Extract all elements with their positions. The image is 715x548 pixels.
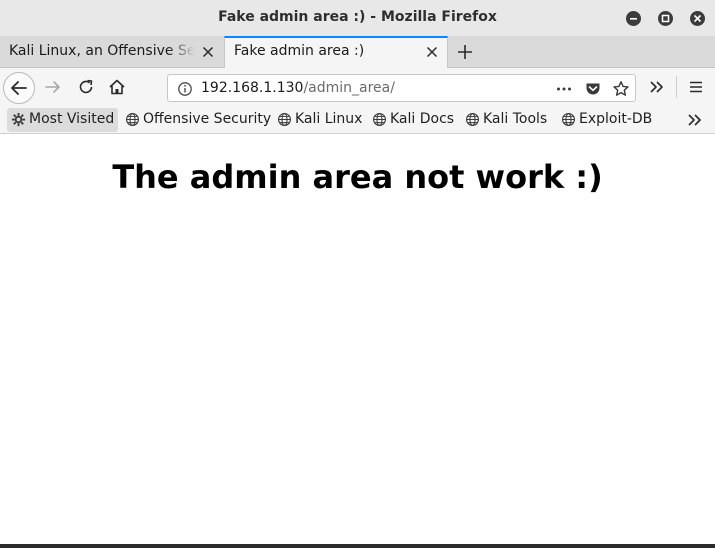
navigation-toolbar: 192.168.1.130/admin_area/	[0, 68, 715, 106]
bookmark-kali-tools[interactable]: Kali Tools	[461, 108, 554, 132]
bookmarks-overflow-icon[interactable]	[686, 112, 704, 128]
url-path: /admin_area/	[303, 80, 395, 96]
globe-icon	[373, 113, 386, 126]
window-bottom-border	[0, 544, 715, 548]
maximize-button[interactable]	[658, 11, 673, 26]
page-content: The admin area not work :)	[0, 135, 715, 548]
bookmark-offensive-security[interactable]: Offensive Security	[121, 108, 271, 132]
new-tab-button[interactable]	[455, 42, 475, 62]
tab-close-icon[interactable]	[424, 44, 440, 60]
bookmarks-toolbar: Most Visited Offensive Security Kali Lin…	[0, 106, 715, 134]
reload-icon[interactable]	[77, 78, 95, 96]
url-bar[interactable]: 192.168.1.130/admin_area/	[167, 74, 636, 102]
hamburger-menu-icon[interactable]	[687, 78, 705, 96]
title-bar: Fake admin area :) - Mozilla Firefox	[0, 0, 715, 36]
url-host: 192.168.1.130	[201, 80, 304, 96]
back-button[interactable]	[3, 72, 35, 104]
url-text[interactable]: 192.168.1.130/admin_area/	[201, 80, 395, 96]
tab-strip: Kali Linux, an Offensive Security Fake a…	[0, 36, 715, 69]
window-title: Fake admin area :) - Mozilla Firefox	[218, 9, 497, 25]
bookmark-kali-linux[interactable]: Kali Linux	[273, 108, 365, 132]
gear-icon	[11, 112, 26, 127]
tab-label: Kali Linux, an Offensive Security	[9, 43, 195, 59]
maximize-icon	[661, 14, 670, 23]
forward-arrow-icon[interactable]	[44, 78, 62, 96]
globe-icon	[466, 113, 479, 126]
tab-close-icon[interactable]	[200, 44, 216, 60]
home-icon[interactable]	[108, 78, 126, 96]
toolbar-separator	[676, 76, 677, 98]
globe-icon	[562, 113, 575, 126]
close-icon	[693, 14, 702, 23]
minimize-button[interactable]	[626, 11, 641, 26]
tab-fake-admin-area[interactable]: Fake admin area :)	[224, 36, 448, 69]
bookmark-star-icon[interactable]	[612, 80, 630, 98]
bookmark-label: Kali Linux	[295, 111, 363, 127]
pocket-icon[interactable]	[584, 80, 602, 98]
overflow-chevron-icon[interactable]	[648, 78, 666, 96]
bookmark-exploit-db[interactable]: Exploit-DB	[557, 108, 657, 132]
bookmark-kali-docs[interactable]: Kali Docs	[368, 108, 456, 132]
globe-icon	[126, 113, 139, 126]
minimize-icon	[630, 18, 637, 20]
page-heading: The admin area not work :)	[112, 158, 603, 196]
info-icon[interactable]	[176, 80, 194, 98]
close-window-button[interactable]	[690, 11, 705, 26]
browser-window: Fake admin area :) - Mozilla Firefox Kal…	[0, 0, 715, 548]
bookmark-label: Offensive Security	[143, 111, 272, 127]
tab-label: Fake admin area :)	[234, 43, 365, 59]
bookmark-label: Most Visited	[29, 111, 115, 127]
bookmark-label: Kali Docs	[390, 111, 455, 127]
bookmark-label: Exploit-DB	[579, 111, 653, 127]
page-actions-icon[interactable]	[555, 80, 573, 98]
tab-kali-linux[interactable]: Kali Linux, an Offensive Security	[0, 36, 223, 68]
bookmark-most-visited[interactable]: Most Visited	[7, 108, 118, 132]
back-arrow-icon	[11, 81, 27, 95]
bookmark-label: Kali Tools	[483, 111, 548, 127]
globe-icon	[278, 113, 291, 126]
